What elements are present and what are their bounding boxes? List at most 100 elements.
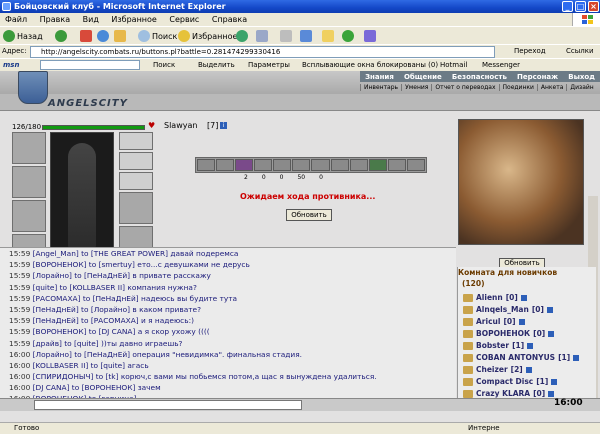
info-icon[interactable] <box>551 378 558 385</box>
msn-popups-button[interactable]: Всплывающие окна блокированы (0) <box>302 60 438 71</box>
room-user-item[interactable]: Compact Disc [1] <box>463 376 558 387</box>
room-user-item[interactable]: COBAN ANTONYUS [1] <box>463 352 580 363</box>
subnav-design[interactable]: Дизайн <box>566 83 596 91</box>
menu-file[interactable]: Файл <box>0 13 32 26</box>
address-input[interactable]: http://angelscity.combats.ru/buttons.pl?… <box>30 46 495 58</box>
menu-edit[interactable]: Правка <box>35 13 75 26</box>
chat-message[interactable]: [СПИРИДОНЫЧ] to [tk] корюч,с вами мы поб… <box>33 372 377 381</box>
chat-message[interactable]: [Angel_Man] to [THE GREAT POWER] давай п… <box>33 249 239 258</box>
info-icon[interactable] <box>548 330 555 337</box>
history-button[interactable] <box>236 29 248 43</box>
chat-message[interactable]: [Лорайно] to [ПеНаДнЕй] операция "невиди… <box>33 350 302 359</box>
skill-slot-icon[interactable] <box>197 159 216 171</box>
chat-message[interactable]: [quite] to [KOLLBASER II] компания нужна… <box>33 283 197 292</box>
slot-weapon[interactable] <box>12 200 46 232</box>
skill-slot-icon[interactable] <box>349 159 368 171</box>
print-button[interactable] <box>280 29 292 43</box>
msn-search-button[interactable]: Поиск <box>153 60 175 71</box>
skill-slot-icon[interactable] <box>235 159 254 171</box>
room-user-item[interactable]: Bobster [1] <box>463 340 534 351</box>
info-icon[interactable] <box>573 354 580 361</box>
nav-character[interactable]: Персонаж <box>517 73 558 81</box>
info-icon[interactable] <box>525 366 532 373</box>
slot-shield[interactable] <box>119 192 153 224</box>
room-user-name[interactable]: Bobster <box>476 341 509 350</box>
slot-gloves[interactable] <box>119 172 153 190</box>
info-icon[interactable] <box>546 306 553 313</box>
skill-slot-icon[interactable] <box>273 159 292 171</box>
msn-hotmail-button[interactable]: Hotmail <box>440 60 467 71</box>
room-user-name[interactable]: Alienn <box>476 293 503 302</box>
folder-button[interactable] <box>322 29 334 43</box>
stop-button[interactable] <box>80 29 92 43</box>
room-user-item[interactable]: Alnqels_Man [0] <box>463 304 553 315</box>
room-user-name[interactable]: Cheizer <box>476 365 508 374</box>
chat-message[interactable]: [KOLLBASER II] to [quite] агась <box>33 361 149 370</box>
minimize-button[interactable]: _ <box>562 1 573 12</box>
chat-message[interactable]: [драйв] to [quite] ))ты давно играешь? <box>33 339 183 348</box>
edit-button[interactable] <box>300 29 312 43</box>
slot-helmet[interactable] <box>12 132 46 164</box>
chat-message[interactable]: [ПеНаДнЕй] to [РАСОМАХА] и я надеюсь:) <box>33 316 194 325</box>
room-user-name[interactable]: ВОРОНЕНОК <box>476 329 530 338</box>
info-icon[interactable] <box>520 294 527 301</box>
subnav-profile[interactable]: Анкета <box>536 83 567 91</box>
subnav-transfers[interactable]: Отчет о переводах <box>431 83 498 91</box>
forward-button[interactable] <box>55 29 67 43</box>
links-button[interactable]: Ссылки <box>566 47 594 55</box>
skill-slot-icon[interactable] <box>216 159 235 171</box>
room-user-item[interactable]: Alienn [0] <box>463 292 527 303</box>
menu-tools[interactable]: Сервис <box>164 13 204 26</box>
search-button[interactable]: Поиск <box>138 29 177 43</box>
chat-message[interactable]: [ПеНаДнЕй] to [Лорайно] в каком привате? <box>33 305 201 314</box>
go-button[interactable]: Переход <box>514 47 546 55</box>
info-icon[interactable]: i <box>220 122 227 129</box>
subnav-skills[interactable]: Умения <box>401 83 431 91</box>
refresh-battle-button[interactable]: Обновить <box>286 209 332 221</box>
room-user-item[interactable]: ВОРОНЕНОК [0] <box>463 328 555 339</box>
menu-favorites[interactable]: Избранное <box>106 13 161 26</box>
chat-input[interactable] <box>34 400 302 410</box>
messenger-toolbar-button[interactable] <box>342 29 354 43</box>
info-icon[interactable] <box>518 318 525 325</box>
chat-message[interactable]: [ВОРОНЕНОК] to [smertuy] ето...с девушка… <box>33 260 250 269</box>
slot-earrings[interactable] <box>12 166 46 198</box>
room-user-name[interactable]: Compact Disc <box>476 377 533 386</box>
skill-slot-icon[interactable] <box>368 159 387 171</box>
nav-communication[interactable]: Общение <box>404 73 442 81</box>
msn-options-button[interactable]: Параметры <box>248 60 290 71</box>
room-user-item[interactable]: Aricul [0] <box>463 316 525 327</box>
skill-slot-icon[interactable] <box>387 159 406 171</box>
room-user-name[interactable]: Alnqels_Man <box>476 305 529 314</box>
skill-slot-icon[interactable] <box>330 159 349 171</box>
research-button[interactable] <box>364 29 376 43</box>
info-icon[interactable] <box>548 390 555 397</box>
info-icon[interactable] <box>527 342 534 349</box>
chat-message[interactable]: [РАСОМАХА] to [ПеНаДнЕй] надеюсь вы буди… <box>33 294 237 303</box>
room-user-name[interactable]: Crazy KLARA <box>476 389 530 398</box>
player-name[interactable]: Slawyan <box>164 121 197 130</box>
slot-ring-1[interactable] <box>119 132 153 150</box>
refresh-page-button[interactable] <box>97 29 109 43</box>
menu-view[interactable]: Вид <box>78 13 104 26</box>
subnav-battles[interactable]: Поединки <box>498 83 537 91</box>
msn-highlight-button[interactable]: Выделить <box>198 60 235 71</box>
skill-slot-icon[interactable] <box>311 159 330 171</box>
menu-help[interactable]: Справка <box>207 13 252 26</box>
favorites-button[interactable]: Избранное <box>178 29 237 43</box>
msn-search-input[interactable] <box>40 60 140 70</box>
chat-message[interactable]: [DJ CANA] to [ВОРОНЕНОК] зачем <box>33 383 161 392</box>
chat-message[interactable]: [Лорайно] to [ПеНаДнЕй] в привате расска… <box>33 271 211 280</box>
room-user-item[interactable]: Cheizer [2] <box>463 364 532 375</box>
back-button[interactable]: Назад <box>3 29 43 43</box>
skill-slot-icon[interactable] <box>406 159 425 171</box>
nav-security[interactable]: Безопасность <box>452 73 507 81</box>
slot-ring-2[interactable] <box>119 152 153 170</box>
home-button[interactable] <box>114 29 126 43</box>
mail-button[interactable] <box>256 29 268 43</box>
room-user-name[interactable]: COBAN ANTONYUS <box>476 353 555 362</box>
room-user-name[interactable]: Aricul <box>476 317 500 326</box>
close-button[interactable]: × <box>588 1 599 12</box>
room-user-item[interactable]: Crazy KLARA [0] <box>463 388 555 399</box>
maximize-button[interactable]: □ <box>575 1 586 12</box>
